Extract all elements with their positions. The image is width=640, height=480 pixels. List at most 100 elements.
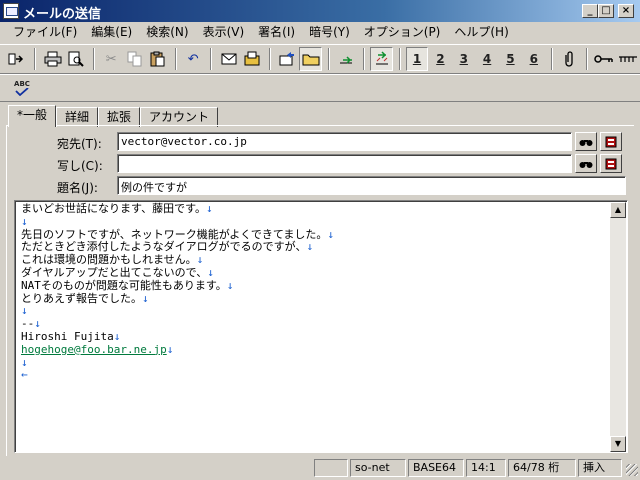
body-line-text: ただときどき添付したようなダイアログがでるのですが、 <box>21 240 307 254</box>
print-icon[interactable] <box>41 47 63 71</box>
template-4-button[interactable]: 4 <box>476 47 498 71</box>
main-toolbar: ✂ ↶ 1 2 3 4 5 6 <box>0 44 640 74</box>
tab-extended[interactable]: 拡張 <box>98 107 141 127</box>
line-break-mark: ↓ <box>21 304 28 318</box>
template-5-button[interactable]: 5 <box>499 47 521 71</box>
to-row: 宛先(T): vector@vector.co.jp <box>0 132 640 152</box>
copy-icon[interactable] <box>123 47 145 71</box>
cc-label: 写し(C): <box>57 159 103 173</box>
tab-strip: *一般 詳細 拡張 アカウント <box>8 105 219 127</box>
title-bar[interactable]: メールの送信 _ □ × <box>0 0 640 22</box>
toolbar-separator <box>586 48 589 70</box>
undo-icon[interactable]: ↶ <box>182 47 204 71</box>
window-title: メールの送信 <box>23 7 102 22</box>
mail-send-window: メールの送信 _ □ × ファイル(F) 編集(E) 検索(N) 表示(V) 署… <box>0 0 640 480</box>
toolbar-separator <box>34 48 37 70</box>
body-line-text: 先日のソフトですが、ネットワーク機能がよくできてました。 <box>21 227 328 241</box>
subject-row: 題名(J): 例の件ですが <box>0 176 640 196</box>
attach-folder-icon[interactable] <box>241 47 263 71</box>
network-icon[interactable] <box>617 47 639 71</box>
template-6-button[interactable]: 6 <box>523 47 545 71</box>
address-list-to-icon[interactable] <box>600 132 622 151</box>
maximize-button[interactable]: □ <box>598 4 614 18</box>
address-book-cc-icon[interactable] <box>575 154 597 173</box>
body-line[interactable]: ↓ <box>21 355 334 370</box>
tab-account[interactable]: アカウント <box>140 107 219 127</box>
reply-icon[interactable] <box>276 47 298 71</box>
address-list-cc-icon[interactable] <box>600 154 622 173</box>
menu-help[interactable]: ヘルプ(H) <box>447 23 515 41</box>
signature-email-link[interactable]: hogehoge@foo.bar.ne.jp <box>21 343 167 356</box>
folder-icon[interactable] <box>299 47 322 71</box>
menu-bar: ファイル(F) 編集(E) 検索(N) 表示(V) 署名(I) 暗号(Y) オプ… <box>0 22 640 42</box>
scroll-up-icon[interactable]: ▲ <box>610 202 626 218</box>
cut-icon[interactable]: ✂ <box>100 47 122 71</box>
body-line[interactable]: まいどお世話になります、藤田です。↓ <box>21 202 334 216</box>
send-icon[interactable] <box>6 47 28 71</box>
tab-details[interactable]: 詳細 <box>56 107 99 127</box>
body-editor[interactable]: まいどお世話になります、藤田です。↓ ↓ 先日のソフトですが、ネットワーク機能がよく… <box>14 200 628 453</box>
toolbar-separator <box>269 48 272 70</box>
paste-icon[interactable] <box>147 47 169 71</box>
key-icon[interactable] <box>593 47 615 71</box>
toolbar-separator <box>175 48 178 70</box>
resize-grip[interactable] <box>626 464 638 476</box>
insert-file-icon[interactable] <box>335 47 357 71</box>
line-break-mark: ↓ <box>207 265 214 279</box>
menu-file[interactable]: ファイル(F) <box>6 23 84 41</box>
template-3-button[interactable]: 3 <box>453 47 475 71</box>
cc-row: 写し(C): <box>0 154 640 174</box>
menu-signature[interactable]: 署名(I) <box>251 23 302 41</box>
menu-view[interactable]: 表示(V) <box>196 23 252 41</box>
menu-search[interactable]: 検索(N) <box>139 23 195 41</box>
body-text[interactable]: まいどお世話になります、藤田です。↓ ↓ 先日のソフトですが、ネットワーク機能がよく… <box>21 202 334 382</box>
body-line[interactable]: とりあえず報告でした。↓ <box>21 292 334 306</box>
line-break-mark: ↓ <box>206 202 213 215</box>
body-line[interactable]: ↓ <box>21 304 334 318</box>
line-break-mark: ↓ <box>327 227 334 241</box>
line-break-mark: ← <box>21 368 28 382</box>
body-line-text: Hiroshi Fujita <box>21 329 114 343</box>
menu-edit[interactable]: 編集(E) <box>84 23 139 41</box>
line-break-mark: ↓ <box>306 240 314 254</box>
body-line-text: NATそのものが問題な可能性もあります。 <box>21 278 227 292</box>
toolbar-separator <box>327 48 330 70</box>
body-line-text: これは環境の問題かもしれません。 <box>21 253 197 267</box>
subject-label: 題名(J): <box>57 181 98 195</box>
close-button[interactable]: × <box>618 4 634 18</box>
status-account: so-net <box>350 459 406 477</box>
priority-icon[interactable] <box>370 47 393 71</box>
menu-options[interactable]: オプション(P) <box>357 23 448 41</box>
menu-encryption[interactable]: 暗号(Y) <box>302 23 357 41</box>
line-break-mark: ↓ <box>166 342 174 356</box>
tab-general[interactable]: *一般 <box>8 105 57 127</box>
spell-toolbar: ABC <box>0 74 640 102</box>
toolbar-separator <box>93 48 96 70</box>
line-break-mark: ↓ <box>21 355 28 369</box>
status-position: 14:1 <box>466 459 506 477</box>
body-line[interactable]: ← <box>21 368 334 382</box>
body-line-text: -- <box>21 317 35 331</box>
line-break-mark: ↓ <box>113 329 121 343</box>
scroll-down-icon[interactable]: ▼ <box>610 436 626 452</box>
envelope-icon[interactable] <box>217 47 239 71</box>
status-mode: 挿入 <box>578 459 622 477</box>
vertical-scrollbar[interactable]: ▲ ▼ <box>610 202 626 452</box>
subject-field[interactable]: 例の件ですが <box>117 176 626 195</box>
print-preview-icon[interactable] <box>65 47 87 71</box>
body-line-text: ダイヤルアップだと出てこないので、 <box>21 265 208 279</box>
template-1-button[interactable]: 1 <box>405 47 429 71</box>
line-break-mark: ↓ <box>21 214 28 228</box>
cc-field[interactable] <box>117 154 572 173</box>
minimize-button[interactable]: _ <box>582 4 598 18</box>
mail-app-icon[interactable] <box>3 3 19 19</box>
paperclip-icon[interactable] <box>558 47 580 71</box>
address-book-to-icon[interactable] <box>575 132 597 151</box>
toolbar-separator <box>550 48 553 70</box>
spell-check-icon[interactable]: ABC <box>10 76 34 100</box>
to-field[interactable]: vector@vector.co.jp <box>117 132 572 151</box>
line-break-mark: ↓ <box>34 317 41 331</box>
status-encoding: BASE64 <box>408 459 464 477</box>
body-line[interactable]: hogehoge@foo.bar.ne.jp↓ <box>21 342 334 357</box>
template-2-button[interactable]: 2 <box>429 47 451 71</box>
